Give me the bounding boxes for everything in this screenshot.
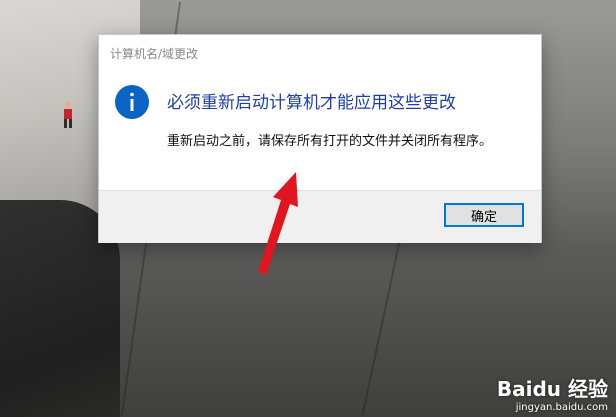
baidu-watermark: Baidu 经验 jingyan.baidu.com [497, 373, 608, 413]
watermark-url: jingyan.baidu.com [515, 402, 608, 413]
watermark-brand: Baidu 经验 [496, 377, 608, 401]
annotation-arrow [258, 172, 298, 275]
